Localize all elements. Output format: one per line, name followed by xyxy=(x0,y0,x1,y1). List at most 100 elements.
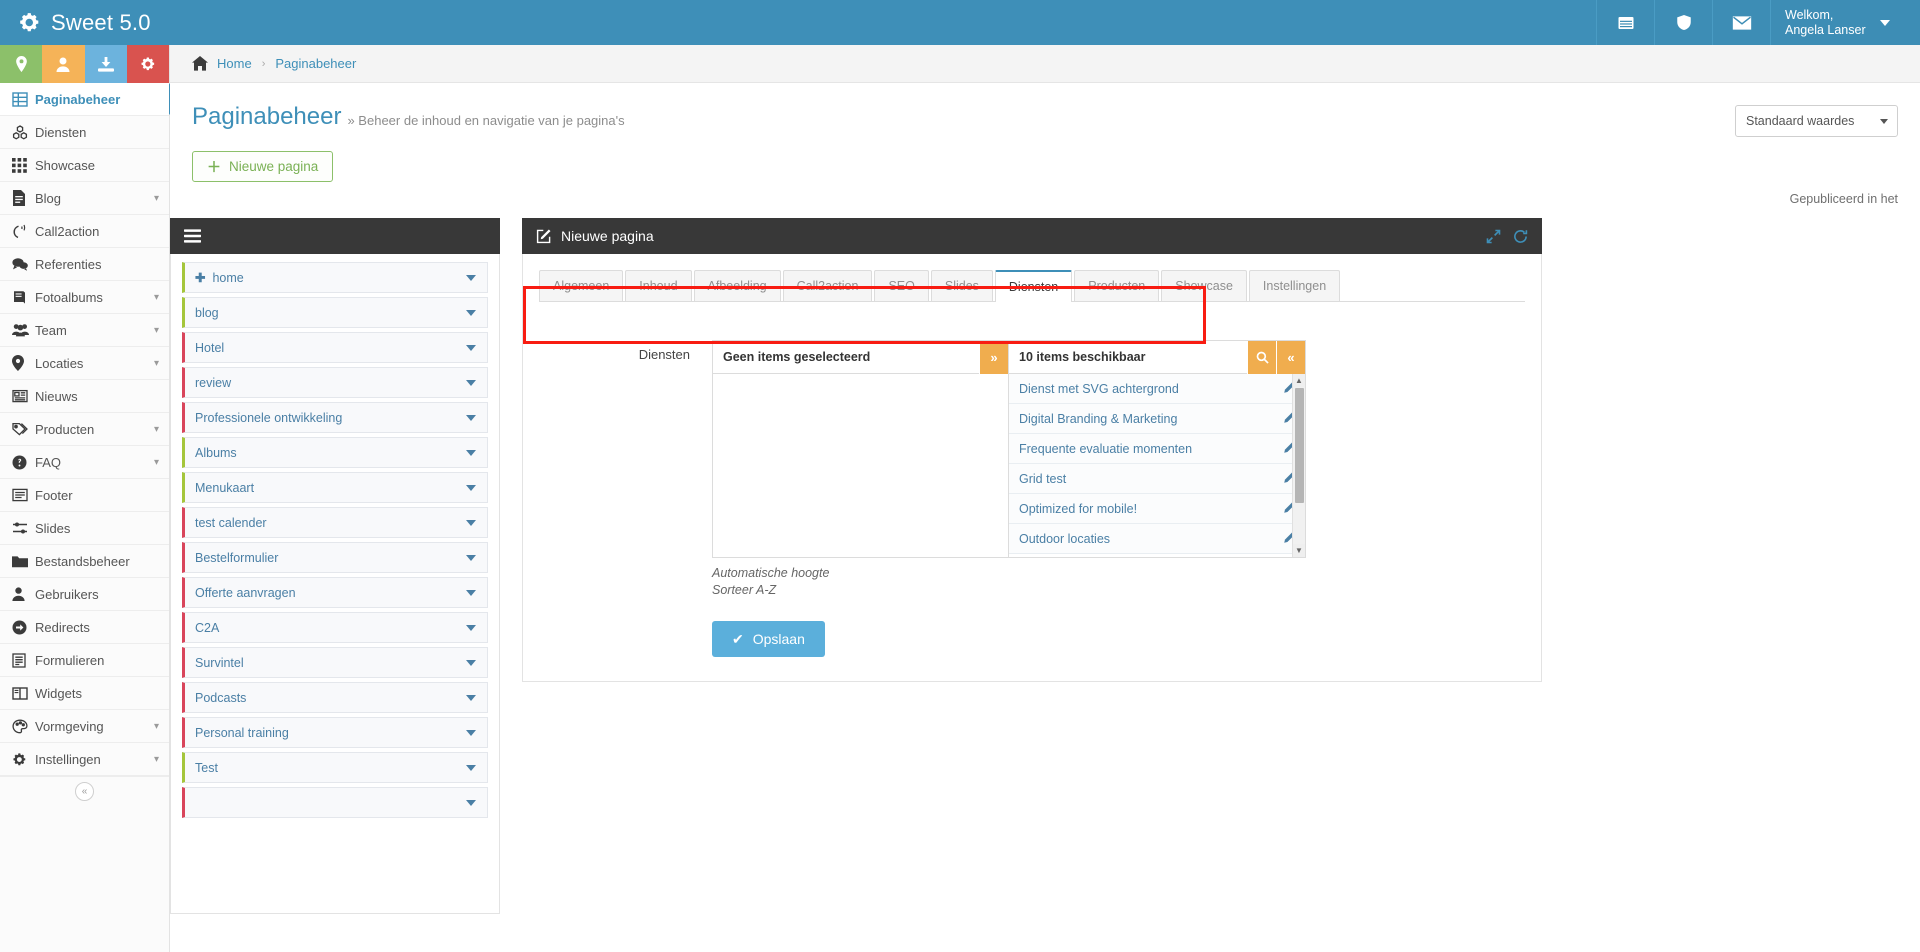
chevron-down-icon[interactable] xyxy=(466,554,476,561)
sidebar-item-instellingen[interactable]: Instellingen ▾ xyxy=(0,743,169,776)
scroll-down-icon[interactable]: ▼ xyxy=(1293,544,1305,557)
tab-seo[interactable]: SEO xyxy=(874,270,929,301)
sidebar-item-producten[interactable]: Producten ▾ xyxy=(0,413,169,446)
sidebar-item-diensten[interactable]: Diensten xyxy=(0,116,169,149)
chevron-down-icon[interactable] xyxy=(466,379,476,386)
list-item[interactable]: Dienst met SVG achtergrond xyxy=(1009,374,1305,404)
menu-row[interactable]: blog xyxy=(182,297,488,328)
breadcrumb-current[interactable]: Paginabeheer xyxy=(275,56,356,71)
menu-row[interactable]: Offerte aanvragen xyxy=(182,577,488,608)
sidebar-item-formulieren[interactable]: Formulieren xyxy=(0,644,169,677)
expand-icon[interactable] xyxy=(1486,229,1501,244)
menu-row[interactable]: C2A xyxy=(182,612,488,643)
menu-row[interactable]: Hotel xyxy=(182,332,488,363)
new-page-button[interactable]: ＋ Nieuwe pagina xyxy=(192,151,334,182)
menu-row[interactable]: Podcasts xyxy=(182,682,488,713)
sidebar-item-nieuws[interactable]: Nieuws xyxy=(0,380,169,413)
tab-diensten[interactable]: Diensten xyxy=(994,270,1073,302)
refresh-icon[interactable] xyxy=(1513,229,1528,244)
menu-row[interactable]: Survintel xyxy=(182,647,488,678)
shield-icon-button[interactable] xyxy=(1654,0,1712,45)
envelope-icon-button[interactable] xyxy=(1712,0,1770,45)
tab-algemeen[interactable]: Algemeen xyxy=(539,270,624,301)
sidebar-item-label: Gebruikers xyxy=(35,586,99,602)
save-button[interactable]: ✔ Opslaan xyxy=(712,621,825,657)
brand-logo[interactable]: Sweet 5.0 xyxy=(0,0,207,45)
default-values-select[interactable]: Standaard waardes xyxy=(1735,105,1898,137)
move-right-button[interactable]: » xyxy=(979,340,1008,374)
sidebar-item-blog[interactable]: Blog ▾ xyxy=(0,182,169,215)
chevron-down-icon[interactable] xyxy=(466,309,476,316)
available-items-scrollbar[interactable]: ▲ ▼ xyxy=(1292,374,1305,557)
sidebar-item-call2action[interactable]: Call2action xyxy=(0,215,169,248)
tab-producten[interactable]: Producten xyxy=(1074,270,1160,301)
scrollbar-thumb[interactable] xyxy=(1295,388,1304,503)
location-quick-button[interactable] xyxy=(0,45,43,83)
menu-row[interactable]: review xyxy=(182,367,488,398)
chevron-down-icon[interactable] xyxy=(466,589,476,596)
search-button[interactable] xyxy=(1247,340,1276,374)
list-item[interactable]: Frequente evaluatie momenten xyxy=(1009,434,1305,464)
chevron-down-icon[interactable] xyxy=(466,274,476,281)
menu-row[interactable]: ✚ home xyxy=(182,262,488,293)
selected-items-list[interactable] xyxy=(713,374,1008,557)
collapse-left-button[interactable]: « xyxy=(1276,340,1305,374)
sidebar-item-paginabeheer[interactable]: Paginabeheer xyxy=(0,83,181,116)
chevron-down-icon[interactable] xyxy=(466,519,476,526)
sidebar-item-gebruikers[interactable]: Gebruikers xyxy=(0,578,169,611)
settings-quick-button[interactable] xyxy=(126,45,169,83)
sidebar-item-widgets[interactable]: Widgets xyxy=(0,677,169,710)
scroll-up-icon[interactable]: ▲ xyxy=(1293,374,1305,387)
chevron-down-icon[interactable] xyxy=(466,449,476,456)
menu-row[interactable]: Bestelformulier xyxy=(182,542,488,573)
chevron-down-icon[interactable] xyxy=(466,624,476,631)
chevron-down-icon[interactable] xyxy=(466,729,476,736)
available-items-list[interactable]: Dienst met SVG achtergrond Digital Brandi… xyxy=(1009,374,1305,557)
chevron-down-icon[interactable] xyxy=(466,344,476,351)
list-item[interactable]: Grid test xyxy=(1009,464,1305,494)
user-quick-button[interactable] xyxy=(42,45,85,83)
menu-row[interactable]: Personal training xyxy=(182,717,488,748)
sidebar-item-vormgeving[interactable]: Vormgeving ▾ xyxy=(0,710,169,743)
menu-row[interactable]: Menukaart xyxy=(182,472,488,503)
sidebar-item-team[interactable]: Team ▾ xyxy=(0,314,169,347)
list-item[interactable]: Optimized for mobile! xyxy=(1009,494,1305,524)
chevron-down-icon[interactable] xyxy=(466,764,476,771)
chevron-down-icon[interactable] xyxy=(466,414,476,421)
chevron-down-icon[interactable] xyxy=(466,484,476,491)
breadcrumb-home[interactable]: Home xyxy=(217,56,252,71)
tab-afbeelding[interactable]: Afbeelding xyxy=(693,270,781,301)
tab-call2action[interactable]: Call2action xyxy=(782,270,873,301)
menu-row-label: blog xyxy=(195,305,219,320)
menu-row[interactable]: Test xyxy=(182,752,488,783)
chevron-down-icon[interactable] xyxy=(466,659,476,666)
menu-row[interactable]: Albums xyxy=(182,437,488,468)
tab-instellingen[interactable]: Instellingen xyxy=(1248,270,1341,301)
tab-showcase[interactable]: Showcase xyxy=(1161,270,1247,301)
sidebar-item-fotoalbums[interactable]: Fotoalbums ▾ xyxy=(0,281,169,314)
shield-icon xyxy=(1675,13,1693,32)
sidebar-item-faq[interactable]: FAQ ▾ xyxy=(0,446,169,479)
menu-row[interactable]: Professionele ontwikkeling xyxy=(182,402,488,433)
calendar-icon-button[interactable] xyxy=(1596,0,1654,45)
sidebar-item-footer[interactable]: Footer xyxy=(0,479,169,512)
tab-slides[interactable]: Slides xyxy=(930,270,993,301)
hamburger-icon[interactable] xyxy=(184,229,201,243)
menu-row[interactable] xyxy=(182,787,488,818)
list-item[interactable]: Outdoor locaties xyxy=(1009,524,1305,554)
sidebar-item-redirects[interactable]: Redirects xyxy=(0,611,169,644)
sidebar-collapse-button[interactable]: « xyxy=(0,776,169,806)
chevron-down-icon[interactable] xyxy=(466,694,476,701)
download-quick-button[interactable] xyxy=(84,45,127,83)
sidebar-item-referenties[interactable]: Referenties xyxy=(0,248,169,281)
user-menu[interactable]: Welkom, Angela Lanser xyxy=(1770,0,1920,45)
sidebar-item-locaties[interactable]: Locaties ▾ xyxy=(0,347,169,380)
sidebar-item-showcase[interactable]: Showcase xyxy=(0,149,169,182)
list-item[interactable]: Digital Branding & Marketing xyxy=(1009,404,1305,434)
sidebar-item-bestandsbeheer[interactable]: Bestandsbeheer xyxy=(0,545,169,578)
menu-row[interactable]: test calender xyxy=(182,507,488,538)
tab-inhoud[interactable]: Inhoud xyxy=(625,270,692,301)
plus-icon[interactable]: ✚ xyxy=(195,270,205,285)
sidebar-item-slides[interactable]: Slides xyxy=(0,512,169,545)
chevron-down-icon[interactable] xyxy=(466,799,476,806)
